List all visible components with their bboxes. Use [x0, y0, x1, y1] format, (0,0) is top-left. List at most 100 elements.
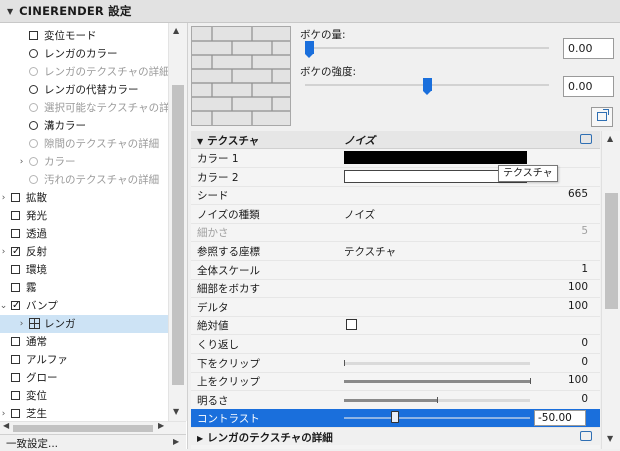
scroll-thumb[interactable] [172, 85, 184, 385]
tree-item[interactable]: 選択可能なテクスチャの詳細 [0, 99, 168, 117]
radio-button[interactable] [29, 139, 38, 148]
property-value[interactable]: 0 [581, 393, 588, 405]
property-row[interactable]: 明るさ 0 [191, 391, 600, 410]
contrast-slider[interactable] [344, 417, 530, 420]
chevron-down-icon[interactable]: ⌄ [0, 297, 8, 315]
scroll-thumb[interactable] [605, 193, 618, 309]
property-row[interactable]: コントラスト -50.00 [191, 409, 600, 429]
property-row[interactable]: くり返し 0 [191, 335, 600, 354]
tree-item[interactable]: 透過 [0, 225, 168, 243]
property-row[interactable]: 参照する座標 テクスチャ [191, 242, 600, 261]
property-value[interactable]: 100 [568, 281, 588, 293]
tree-item[interactable]: › カラー [0, 153, 168, 171]
bokeh-strength-field[interactable]: 0.00 [563, 76, 614, 97]
property-value[interactable]: 5 [581, 225, 588, 237]
collapse-triangle-icon[interactable]: ▼ [7, 7, 13, 16]
properties-vertical-scrollbar[interactable]: ▲ ▼ [601, 131, 620, 449]
radio-button[interactable] [29, 85, 38, 94]
tree-item[interactable]: 霧 [0, 279, 168, 297]
panel-titlebar[interactable]: ▼ CINERENDER 設定 [0, 0, 620, 23]
chevron-right-icon[interactable]: › [0, 189, 8, 207]
tree-item[interactable]: 発光 [0, 207, 168, 225]
checkbox[interactable] [11, 391, 20, 400]
bokeh-strength-slider-thumb[interactable] [423, 78, 432, 95]
property-value[interactable]: 1 [581, 263, 588, 275]
tree-vertical-scrollbar[interactable]: ▲ ▼ [168, 23, 187, 421]
checkbox[interactable] [346, 319, 357, 331]
brick-texture-detail-header[interactable]: ▶ レンガのテクスチャの詳細 [191, 428, 600, 445]
property-value[interactable]: 0 [581, 356, 588, 368]
scroll-down-icon[interactable]: ▼ [173, 407, 179, 416]
chevron-right-icon[interactable]: › [0, 243, 8, 261]
scroll-up-icon[interactable]: ▲ [173, 26, 179, 35]
texture-section-header[interactable]: ▼ テクスチャ ノイズ [191, 131, 600, 149]
checkbox[interactable] [11, 283, 20, 292]
tree-item[interactable]: レンガのテクスチャの詳細 [0, 63, 168, 81]
scroll-down-icon[interactable]: ▼ [607, 434, 613, 443]
checkbox[interactable] [11, 265, 20, 274]
export-settings-button[interactable] [591, 107, 613, 127]
bokeh-amount-field[interactable]: 0.00 [563, 38, 614, 59]
property-row[interactable]: 細かさ 5 [191, 223, 600, 243]
color-swatch[interactable] [344, 151, 527, 164]
property-row[interactable]: シード 665 [191, 186, 600, 206]
tree-item[interactable]: グロー [0, 369, 168, 387]
tree-item[interactable]: レンガの代替カラー [0, 81, 168, 99]
tree-item[interactable]: › レンガ [0, 315, 168, 333]
checkbox[interactable] [11, 193, 20, 202]
tree-item[interactable]: 汚れのテクスチャの詳細 [0, 171, 168, 189]
scroll-up-icon[interactable]: ▲ [607, 134, 613, 143]
property-value[interactable]: 100 [568, 300, 588, 312]
property-value[interactable]: 100 [568, 374, 588, 386]
texture-link-icon[interactable] [580, 134, 592, 144]
bokeh-amount-slider-thumb[interactable] [305, 41, 314, 58]
radio-button[interactable] [29, 67, 38, 76]
tree-horizontal-scrollbar[interactable]: ◀ ▶ [0, 421, 186, 434]
texture-type-value[interactable]: ノイズ [344, 133, 375, 148]
tree-item[interactable]: 通常 [0, 333, 168, 351]
property-dropdown-value[interactable]: テクスチャ [344, 244, 396, 259]
tree-item[interactable]: 変位 [0, 387, 168, 405]
contrast-slider-thumb[interactable] [391, 411, 399, 424]
texture-link-icon[interactable] [580, 431, 592, 441]
property-row[interactable]: 細部をボカす 100 [191, 279, 600, 299]
checkbox-checked[interactable] [11, 243, 20, 261]
property-row[interactable]: 絶対値 [191, 316, 600, 336]
radio-button[interactable] [29, 103, 38, 112]
tree-item[interactable]: 変位モード [0, 27, 168, 45]
value-bar-fill[interactable] [344, 398, 437, 402]
tree-item[interactable]: › 反射 [0, 243, 168, 261]
bokeh-amount-slider[interactable] [305, 47, 549, 49]
tree-item[interactable]: レンガのカラー [0, 45, 168, 63]
property-row[interactable]: ノイズの種類 ノイズ [191, 205, 600, 224]
contrast-field[interactable]: -50.00 [534, 410, 586, 427]
checkbox[interactable] [11, 229, 20, 238]
checkbox[interactable] [29, 31, 38, 40]
chevron-right-icon[interactable]: › [17, 153, 26, 171]
checkbox[interactable] [11, 337, 20, 346]
scroll-left-icon[interactable]: ◀ [3, 421, 9, 430]
value-bar-fill[interactable] [344, 380, 530, 384]
match-settings-button[interactable]: 一致設定... ▶ [0, 434, 186, 450]
property-value[interactable]: 665 [568, 188, 588, 200]
scroll-right-icon[interactable]: ▶ [158, 421, 164, 430]
tree-item[interactable]: › 拡散 [0, 189, 168, 207]
tree-item[interactable]: 環境 [0, 261, 168, 279]
property-value[interactable]: 0 [581, 337, 588, 349]
value-bar-track[interactable] [344, 361, 530, 365]
chevron-right-icon[interactable]: › [17, 315, 26, 333]
layer-grid-icon[interactable] [29, 318, 40, 329]
checkbox[interactable] [11, 373, 20, 382]
property-row[interactable]: デルタ 100 [191, 298, 600, 317]
scroll-thumb[interactable] [13, 425, 153, 432]
property-row[interactable]: 下をクリップ 0 [191, 354, 600, 373]
checkbox[interactable] [11, 409, 20, 418]
tree-item[interactable]: 溝カラー [0, 117, 168, 135]
checkbox[interactable] [11, 355, 20, 364]
tree-item[interactable]: アルファ [0, 351, 168, 369]
checkbox-checked[interactable] [11, 297, 20, 315]
radio-button[interactable] [29, 121, 38, 130]
property-row[interactable]: 上をクリップ 100 [191, 372, 600, 392]
radio-button[interactable] [29, 49, 38, 58]
radio-button[interactable] [29, 157, 38, 166]
